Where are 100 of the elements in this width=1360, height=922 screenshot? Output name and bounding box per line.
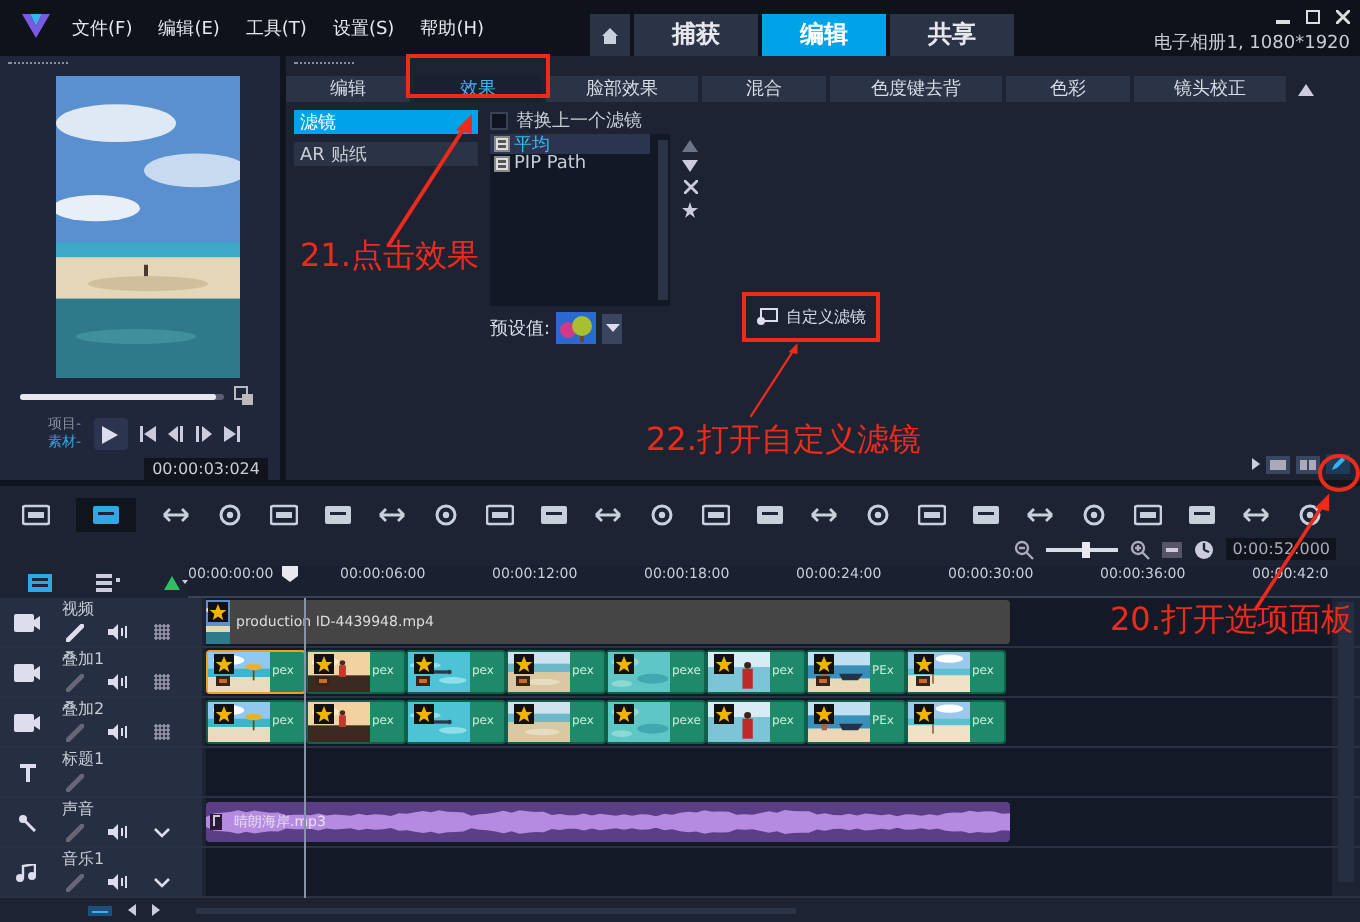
star-icon [208,602,228,623]
filter-icon [494,136,510,152]
checkbox[interactable] [490,111,508,129]
maximize-icon[interactable] [1306,10,1320,24]
logo-icon [20,10,52,42]
window-icon[interactable] [1266,455,1290,473]
speaker-icon[interactable] [108,874,130,891]
highlight-circle [1318,454,1360,492]
timeline-icon[interactable] [92,503,120,525]
speaker-icon[interactable] [108,674,130,691]
move-down-icon[interactable] [682,160,698,172]
speaker-icon[interactable] [108,724,130,741]
star-icon [214,654,234,675]
filter-item[interactable]: PIP Path [490,154,650,174]
step-back-icon[interactable] [167,426,184,442]
menu-item[interactable]: 设置(S) [332,16,395,42]
chevron-down-icon[interactable] [154,877,170,888]
chapter-icon[interactable] [164,574,188,591]
star-icon [714,654,734,675]
filter-settings-icon [756,308,778,326]
track-name: 叠加2 [62,698,107,721]
track-name: 音乐1 [62,848,107,871]
track-name: 视频 [62,598,96,621]
star-icon [614,654,634,675]
clock-icon[interactable] [1194,539,1215,559]
fit-project-icon[interactable] [1162,541,1183,557]
fit-timeline-icon[interactable] [88,905,112,916]
track-manager-icon[interactable] [28,573,52,592]
move-up-icon[interactable] [682,140,698,152]
step-forward-icon[interactable] [195,426,212,442]
star-icon [614,704,634,725]
star-icon [214,704,234,725]
scroll-left-icon[interactable] [128,904,136,917]
zoom-out-icon[interactable] [1014,539,1035,559]
skip-start-icon[interactable] [139,426,156,442]
menu-item[interactable]: 文件(F) [72,16,133,42]
custom-filter-button[interactable]: 自定义滤镜 [752,300,870,334]
storyboard-icon[interactable] [22,503,50,525]
options-tab[interactable]: 色度键去背 [830,76,1002,102]
caret-icon [605,324,620,332]
filter-icon [494,156,510,172]
zoom-in-icon[interactable] [1130,539,1151,559]
scroll-right-icon[interactable] [152,904,160,917]
skip-end-icon[interactable] [223,426,240,442]
annotation-text: 22.打开自定义滤镜 [646,420,921,462]
camera-icon [13,663,39,682]
list-icon[interactable] [96,573,120,592]
menu-item[interactable]: 帮助(H) [420,16,484,42]
chevron-down-icon[interactable] [154,827,170,838]
speaker-icon[interactable] [108,824,130,841]
menu-item[interactable]: 编辑(E) [158,16,220,42]
camera-icon [13,613,39,632]
slider-thumb[interactable] [1081,541,1090,557]
project-info: 电子相册1, 1080*1920 [1154,31,1350,56]
expand-icon[interactable] [1252,458,1260,470]
track-name: 叠加1 [62,648,107,671]
star-icon [514,704,534,725]
star-icon [814,704,834,725]
preset-label: 预设值: [490,317,551,341]
preset-thumbnail-icon[interactable] [556,312,597,344]
star-icon [314,704,334,725]
camera-icon [13,713,39,732]
star-icon [814,654,834,675]
star-icon [314,654,334,675]
star-icon [414,654,434,675]
timecode-field[interactable]: 00:00:03:024 [144,458,268,480]
category-item[interactable]: AR 贴纸 [294,142,478,166]
pin-icon[interactable] [682,202,698,218]
play-button[interactable] [93,418,128,450]
track-name: 声音 [62,798,96,821]
options-tab[interactable]: 混合 [702,76,826,102]
annotation-text: 20.打开选项面板 [1110,600,1353,642]
dropdown-button[interactable] [602,313,623,343]
menu-item[interactable]: 工具(T) [245,16,307,42]
music-icon [16,863,36,882]
options-tab[interactable]: 编辑 [286,76,410,102]
track-name: 标题1 [62,748,105,771]
checkbox-label: 替换上一个滤镜 [516,109,642,133]
filter-name: 平均 [514,133,550,155]
filter-item[interactable]: 平均 [490,134,650,154]
options-tab[interactable]: 镜头校正 [1134,76,1286,102]
resize-icon[interactable] [234,386,254,406]
filter-name: PIP Path [514,154,587,174]
star-icon [914,654,934,675]
scrollbar[interactable] [658,140,668,300]
star-icon [914,704,934,725]
dual-view-icon[interactable] [1296,455,1320,473]
options-tab[interactable]: 脸部效果 [546,76,698,102]
options-tab[interactable]: 色彩 [1006,76,1130,102]
home-tab[interactable] [590,14,630,56]
annotation-text: 21.点击效果 [300,236,479,278]
speaker-icon[interactable] [108,624,130,641]
play-icon [102,425,119,443]
highlight-box [406,54,550,98]
collapse-icon[interactable] [1298,83,1314,95]
delete-icon[interactable] [683,180,697,194]
app-tab[interactable]: 共享 [890,14,1014,56]
close-icon[interactable] [1336,10,1350,24]
app-tab[interactable]: 捕获 [634,14,758,56]
star-icon [714,704,734,725]
